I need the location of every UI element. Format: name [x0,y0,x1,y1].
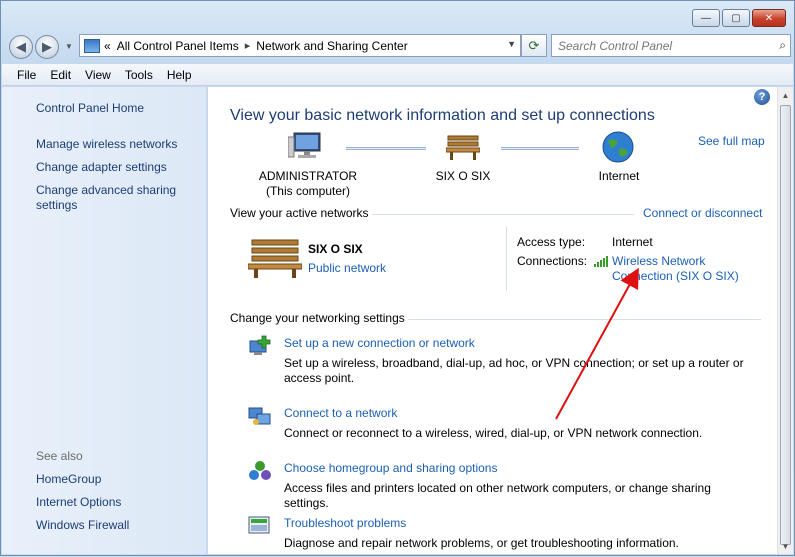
menu-file[interactable]: File [10,68,43,82]
maximize-button[interactable]: ▢ [722,9,750,27]
menu-view[interactable]: View [78,68,118,82]
address-bar[interactable]: « All Control Panel Items ▸ Network and … [79,34,521,57]
recent-pages-chevron-down-icon[interactable]: ▼ [65,42,73,51]
scroll-up-arrow-icon[interactable]: ▲ [778,87,793,103]
minimize-button[interactable]: — [692,9,720,27]
breadcrumb-network-sharing-center[interactable]: Network and Sharing Center [256,39,407,53]
scrollbar-thumb[interactable] [780,105,791,545]
breadcrumb-all-control-panel-items[interactable]: All Control Panel Items [117,39,239,53]
address-dropdown-chevron-down-icon[interactable]: ▼ [507,39,516,49]
sidebar-change-adapter-settings[interactable]: Change adapter settings [36,160,196,175]
menu-edit[interactable]: Edit [43,68,78,82]
navigation-bar: ◀ ▶ ▼ « All Control Panel Items ▸ Networ… [7,34,791,60]
sidebar-change-advanced-sharing-settings[interactable]: Change advanced sharing settings [36,183,196,213]
close-button[interactable]: ✕ [752,9,786,27]
sidebar-windows-firewall[interactable]: Windows Firewall [36,518,196,533]
control-panel-icon [84,38,100,53]
refresh-icon[interactable]: ⟳ [521,34,547,57]
sidebar: Control Panel Home Manage wireless netwo… [2,87,207,554]
menu-bar: File Edit View Tools Help [2,64,793,86]
breadcrumb-overflow[interactable]: « [104,39,111,53]
vertical-scrollbar[interactable]: ▲ ▼ [777,87,793,554]
search-icon[interactable]: ⌕ [779,38,786,53]
caption-buttons: — ▢ ✕ [692,9,786,27]
sidebar-manage-wireless-networks[interactable]: Manage wireless networks [36,137,196,152]
search-input[interactable] [558,38,758,53]
main-content: ? View your basic network information an… [208,87,777,554]
scroll-down-arrow-icon[interactable]: ▼ [778,538,793,554]
back-arrow-icon[interactable]: ◀ [9,35,33,59]
sidebar-homegroup[interactable]: HomeGroup [36,472,196,487]
sidebar-internet-options[interactable]: Internet Options [36,495,196,510]
breadcrumb-separator-icon[interactable]: ▸ [245,39,251,52]
sidebar-control-panel-home[interactable]: Control Panel Home [36,101,196,116]
see-also-heading: See also [36,449,83,463]
network-sharing-center-window: — ▢ ✕ ◀ ▶ ▼ « All Control Panel Items ▸ … [0,0,795,556]
menu-help[interactable]: Help [160,68,199,82]
search-box[interactable]: ⌕ [551,34,791,57]
annotation-arrow [555,267,639,420]
forward-arrow-icon[interactable]: ▶ [35,35,59,59]
menu-tools[interactable]: Tools [118,68,160,82]
